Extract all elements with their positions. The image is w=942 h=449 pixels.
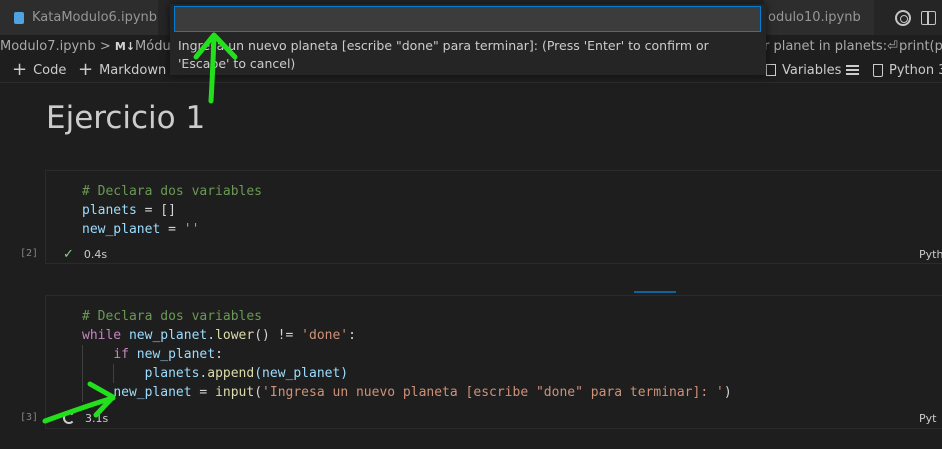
markdown-icon: M↓ (114, 39, 136, 53)
code-token: : (348, 328, 356, 343)
code-keyword: while (82, 328, 122, 343)
code-string: '' (183, 222, 200, 237)
cell-status: ✓ 0.4s (45, 244, 107, 264)
execution-time: 3.1s (85, 411, 109, 425)
code-token: (new_planet) (254, 366, 349, 381)
code-comment: # Declara dos variables (82, 309, 263, 324)
add-markdown-label: Markdown (99, 62, 167, 78)
kernel-icon (873, 63, 883, 77)
code-cell[interactable]: # Declara dos variables while new_planet… (45, 295, 942, 429)
outline-icon[interactable] (846, 65, 859, 75)
execution-count: [3] (20, 412, 39, 423)
code-token: = (136, 203, 161, 218)
markdown-heading: Ejercicio 1 (46, 100, 206, 136)
editor-actions (895, 0, 942, 35)
code-token: = (160, 222, 184, 237)
add-code-button[interactable]: + Code (12, 60, 66, 80)
code-token: : (215, 347, 223, 362)
gear-icon[interactable] (895, 9, 911, 26)
code-string: 'done' (301, 328, 349, 343)
breadcrumb-code-symbol[interactable]: r planet in planets:⏎ (764, 39, 898, 54)
plus-icon: + (12, 59, 28, 80)
code-token: = (191, 385, 216, 400)
check-icon: ✓ (63, 246, 74, 262)
execution-count: [2] (20, 248, 39, 259)
quick-input-prompt: Ingresa un nuevo planeta [escribe "done"… (178, 38, 709, 71)
variables-icon (766, 64, 776, 76)
code-editor[interactable]: # Declara dos variables while new_planet… (82, 307, 732, 402)
code-token: ( (254, 385, 263, 400)
execution-time: 0.4s (83, 247, 108, 261)
code-token: () != (254, 328, 302, 343)
code-cell[interactable]: # Declara dos variables planets = [] new… (45, 170, 942, 264)
quick-input-field[interactable] (174, 6, 761, 32)
spinner-icon (63, 412, 75, 424)
add-code-label: Code (33, 62, 67, 78)
tab-label: KataModulo6.ipynb (32, 10, 158, 25)
notebook-icon (14, 11, 24, 24)
code-token: new_planet (82, 222, 161, 237)
code-function: input (215, 385, 255, 400)
code-token: ) (723, 385, 732, 400)
cell-status: 3.1s (45, 408, 108, 428)
code-token: planets. (144, 366, 208, 381)
kernel-picker[interactable]: Python 3. (846, 60, 942, 80)
code-token: [] (160, 203, 176, 218)
code-token: new_planet (113, 385, 192, 400)
breadcrumb-code-symbol-2[interactable]: print(pl (899, 39, 942, 54)
code-editor[interactable]: # Declara dos variables planets = [] new… (82, 182, 262, 239)
code-comment: # Declara dos variables (82, 184, 263, 199)
breadcrumb-separator: > (99, 38, 111, 54)
split-editor-icon[interactable] (921, 10, 936, 25)
quick-input-widget: Ingresa un nuevo planeta [escribe "done"… (170, 4, 766, 75)
variables-button[interactable]: Variables (766, 60, 841, 80)
cell-language[interactable]: Pyt (919, 412, 936, 425)
code-function: lower (215, 328, 255, 343)
add-markdown-button[interactable]: + Markdown (78, 60, 166, 80)
plus-icon: + (78, 59, 94, 80)
tab-label: odulo10.ipynb (768, 10, 861, 25)
tab-katamodulo10[interactable]: odulo10.ipynb (764, 0, 874, 35)
kernel-label: Python 3. (889, 62, 942, 78)
code-string: 'Ingresa un nuevo planeta [escribe "done… (262, 385, 724, 400)
tab-katamodulo6[interactable]: KataModulo6.ipynb (0, 0, 158, 35)
variables-label: Variables (782, 62, 842, 78)
breadcrumb-file: Modulo7.ipynb (0, 38, 96, 54)
cell-language[interactable]: Pyth (919, 248, 942, 261)
code-token: new_planet. (121, 328, 216, 343)
code-keyword: if (113, 347, 129, 362)
cell-insert-indicator[interactable] (634, 291, 676, 293)
code-token: new_planet (128, 347, 216, 362)
code-function: append (207, 366, 255, 381)
breadcrumb-path[interactable]: Modulo7.ipynb > M↓Módulo (0, 39, 182, 54)
code-token: planets (82, 203, 137, 218)
